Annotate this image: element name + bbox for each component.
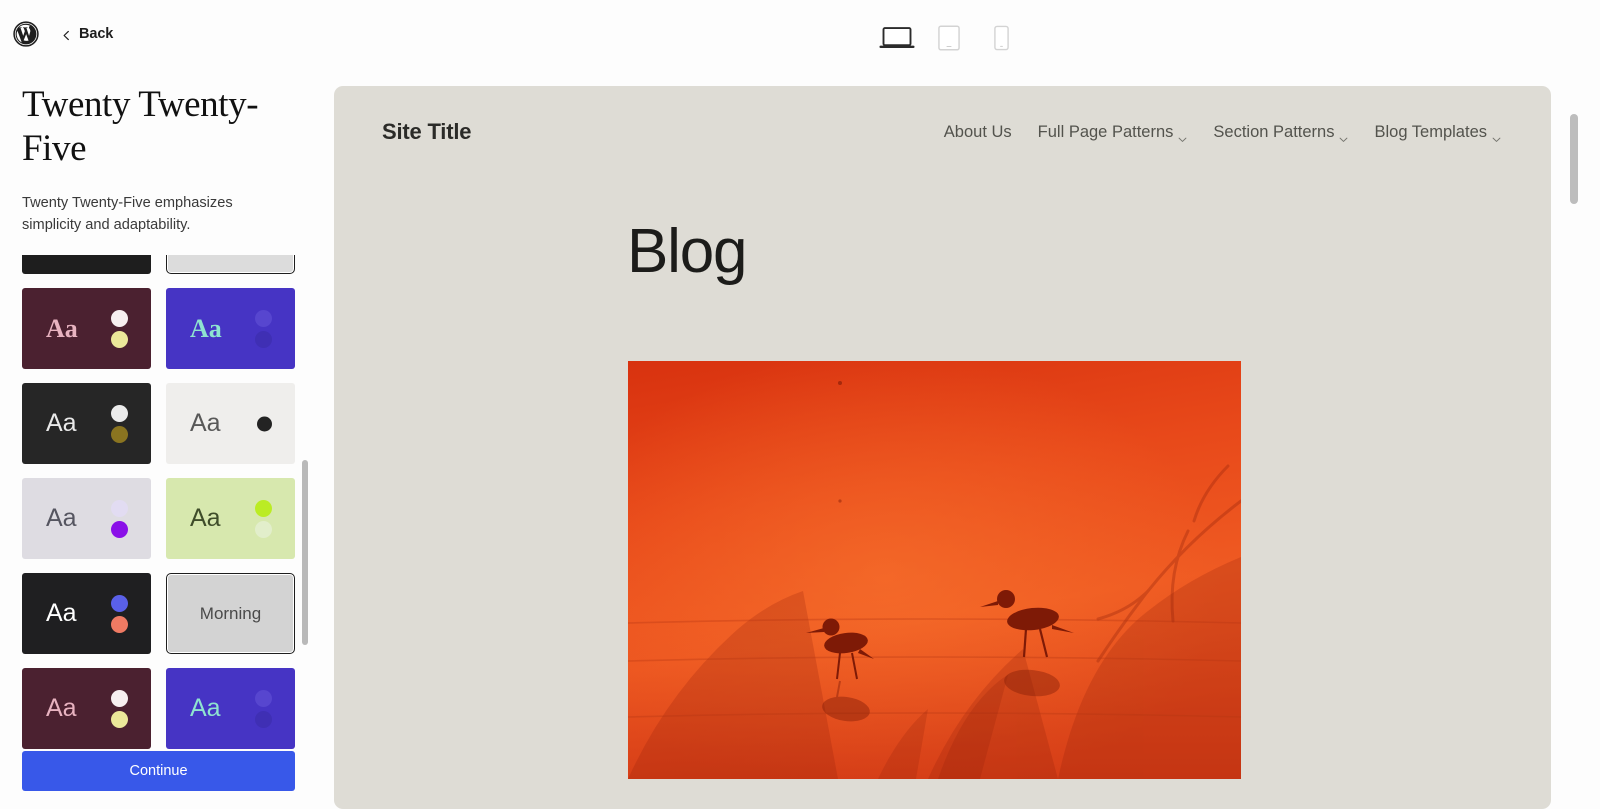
desktop-icon: [879, 25, 915, 54]
chevron-down-icon: [1339, 129, 1348, 142]
color-dot: [111, 404, 128, 422]
chevron-down-icon: [1178, 129, 1187, 142]
chevron-left-icon: [61, 29, 72, 40]
style-variation-swatch[interactable]: Aa: [166, 255, 295, 274]
style-variation-scroll-region[interactable]: AaAaAaAaAaAaAaAaAaMorningAaAaAaAa: [0, 255, 317, 755]
nav-item-about-us[interactable]: About Us: [944, 123, 1012, 142]
preview-site-navigation: About Us Full Page Patterns Section Patter…: [944, 123, 1501, 142]
back-button[interactable]: Back: [57, 20, 121, 48]
mobile-icon: [993, 25, 1009, 54]
style-variation-grid: AaAaAaAaAaAaAaAaAaMorningAaAaAaAa: [22, 255, 295, 755]
nav-item-label: Section Patterns: [1213, 122, 1335, 141]
device-toggle-mobile[interactable]: [984, 18, 1018, 54]
style-variation-label: Aa: [46, 409, 77, 437]
style-variation-color-dots: [255, 499, 272, 538]
preview-site-header: Site Title About Us Full Page Patterns Sec…: [334, 86, 1551, 178]
style-variation-label: Aa: [46, 599, 77, 627]
wordpress-logo-icon[interactable]: [13, 21, 39, 47]
nav-item-blog-templates[interactable]: Blog Templates: [1374, 123, 1501, 142]
color-dot: [111, 520, 128, 538]
preview-scrollbar-thumb[interactable]: [1570, 114, 1578, 204]
style-variation-color-dots: [255, 309, 272, 348]
color-dot: [255, 309, 272, 327]
theme-description: Twenty Twenty-Five emphasizes simplicity…: [22, 194, 233, 234]
color-dot: [111, 330, 128, 348]
color-dot: [111, 689, 128, 707]
style-variation-swatch[interactable]: Aa: [22, 255, 151, 274]
continue-button[interactable]: Continue: [22, 751, 295, 791]
style-variation-color-dots: [257, 416, 272, 431]
style-variation-color-dots: [111, 309, 128, 348]
style-variation-label: Aa: [46, 504, 77, 532]
style-variation-label: Morning: [199, 603, 262, 623]
style-variation-color-dots: [111, 404, 128, 443]
site-preview-area: Site Title About Us Full Page Patterns Sec…: [317, 56, 1600, 809]
color-dot: [255, 689, 272, 707]
style-variation-swatch[interactable]: Aa: [22, 668, 151, 749]
style-variation-color-dots: [111, 499, 128, 538]
color-dot: [255, 710, 272, 728]
style-variation-label: Aa: [190, 313, 222, 343]
page-title: Twenty Twenty-Five: [22, 84, 259, 170]
color-dot: [111, 425, 128, 443]
device-toggle-desktop[interactable]: [879, 18, 915, 54]
device-toggle-tablet[interactable]: [932, 18, 966, 54]
preview-hero-image: [628, 361, 1241, 779]
nav-item-label: Blog Templates: [1374, 122, 1487, 141]
style-variation-label: Aa: [46, 313, 78, 343]
nav-item-section-patterns[interactable]: Section Patterns: [1213, 123, 1348, 142]
sidebar-footer: Continue: [0, 751, 317, 809]
style-variation-label: Aa: [46, 694, 77, 722]
style-variation-color-dots: [255, 689, 272, 728]
style-variation-swatch[interactable]: Aa: [166, 383, 295, 464]
nav-item-label: About Us: [943, 122, 1012, 141]
style-variation-color-dots: [111, 689, 128, 728]
style-variation-swatch[interactable]: Aa: [166, 668, 295, 749]
style-variation-swatch[interactable]: Aa: [166, 288, 295, 369]
color-dot: [111, 594, 128, 612]
color-dot: [111, 710, 128, 728]
chevron-down-icon: [1492, 129, 1501, 142]
tablet-icon: [938, 25, 960, 54]
color-dot: [111, 615, 128, 633]
nav-item-full-page-patterns[interactable]: Full Page Patterns: [1038, 123, 1188, 142]
nav-item-label: Full Page Patterns: [1037, 122, 1174, 141]
style-variation-label: Aa: [190, 694, 221, 722]
style-variation-swatch[interactable]: Aa: [166, 478, 295, 559]
color-dot: [255, 499, 272, 517]
style-variation-swatch[interactable]: Morning: [166, 573, 295, 654]
preview-page-heading: Blog: [627, 217, 747, 286]
sidebar-scrollbar-thumb[interactable]: [302, 460, 308, 645]
back-button-label: Back: [79, 26, 114, 42]
style-variation-swatch[interactable]: Aa: [22, 478, 151, 559]
preview-site-title[interactable]: Site Title: [382, 119, 471, 145]
color-dot: [255, 330, 272, 348]
style-variation-label: Aa: [190, 504, 221, 532]
style-variation-swatch[interactable]: Aa: [22, 383, 151, 464]
style-variation-swatch[interactable]: Aa: [22, 288, 151, 369]
style-variation-color-dots: [111, 594, 128, 633]
site-preview-frame[interactable]: Site Title About Us Full Page Patterns Sec…: [334, 86, 1551, 809]
device-preview-toggle-group: [879, 18, 1018, 54]
color-dot: [257, 416, 272, 431]
color-dot: [255, 520, 272, 538]
style-variation-swatch[interactable]: Aa: [22, 573, 151, 654]
theme-sidebar: Twenty Twenty-Five Twenty Twenty-Five em…: [0, 68, 317, 809]
style-variation-label: Aa: [190, 409, 221, 437]
color-dot: [111, 309, 128, 327]
color-dot: [111, 499, 128, 517]
